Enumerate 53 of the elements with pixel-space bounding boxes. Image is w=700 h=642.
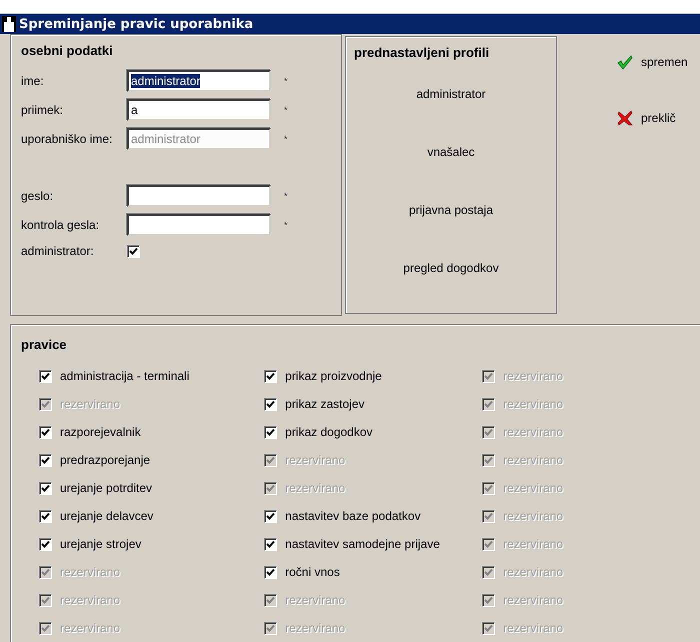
confirm-button[interactable]: spremen [617, 54, 688, 70]
window-title: Spreminjanje pravic uporabnika [19, 16, 254, 32]
password-field[interactable] [127, 185, 271, 207]
section-heading: osebni podatki [21, 43, 114, 60]
checkbox[interactable] [264, 370, 278, 382]
checkbox-label: nastavitev baze podatkov [285, 509, 421, 523]
required-mark: * [284, 134, 288, 144]
required-mark: * [284, 105, 288, 115]
cancel-button[interactable]: preklič [617, 110, 688, 126]
checkbox[interactable] [39, 454, 52, 466]
checkbox[interactable] [264, 538, 278, 550]
checkbox[interactable] [127, 244, 140, 258]
required-mark: * [284, 191, 288, 201]
checkbox[interactable] [39, 426, 52, 438]
field-label: priimek: [21, 103, 64, 117]
checkbox[interactable] [264, 426, 278, 438]
checkmark-icon [617, 54, 633, 70]
field-label: kontrola gesla: [21, 218, 100, 232]
checkbox-label: nastavitev samodejne prijave [285, 537, 440, 551]
field-label: ime: [21, 74, 45, 88]
checkbox-label: razporejevalnik [60, 425, 141, 439]
checkbox-label: ročni vnos [285, 565, 340, 579]
field-label: administrator: [21, 244, 95, 258]
field-label: geslo: [21, 189, 54, 203]
checkbox-label: urejanje potrditev [60, 481, 152, 495]
checkbox-label: prikaz dogodkov [285, 425, 373, 439]
checkbox-label: urejanje delavcev [60, 509, 154, 523]
section-heading: prednastavljeni profili [353, 45, 490, 62]
input-field[interactable]: a [127, 99, 271, 121]
close-icon [617, 110, 633, 126]
profile-button[interactable]: pregled dogodkov [346, 239, 556, 297]
field-label: uporabniško ime: [21, 132, 114, 146]
profile-button[interactable]: administrator [346, 65, 556, 123]
input-field[interactable]: administrator [127, 70, 271, 92]
checkbox[interactable] [264, 566, 278, 578]
checkbox-label: prikaz zastojev [285, 397, 365, 411]
user-icon [2, 16, 16, 32]
profile-button[interactable]: vnašalec [346, 123, 556, 181]
required-mark: * [284, 76, 288, 86]
checkbox[interactable] [264, 510, 278, 522]
section-heading: pravice [21, 337, 68, 354]
checkbox[interactable] [39, 510, 52, 522]
checkbox[interactable] [39, 370, 52, 382]
profile-button[interactable]: prijavna postaja [346, 181, 556, 239]
checkbox[interactable] [39, 482, 52, 494]
checkbox[interactable] [264, 398, 278, 410]
required-mark: * [284, 220, 288, 230]
password-field[interactable] [127, 214, 271, 236]
checkbox[interactable] [39, 538, 52, 550]
checkbox-label: prikaz proizvodnje [285, 369, 382, 383]
checkbox-label: administracija - terminali [60, 369, 190, 383]
checkbox-label: urejanje strojev [60, 537, 142, 551]
checkbox-label: predrazporejanje [60, 453, 150, 467]
